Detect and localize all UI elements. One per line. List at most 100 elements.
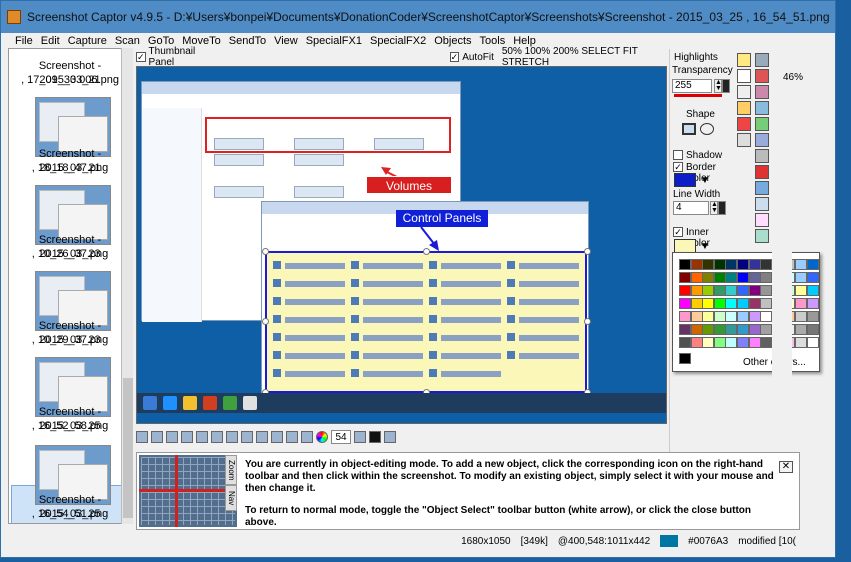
text-icon[interactable] [737, 85, 751, 99]
border-color-checkbox[interactable]: ✓ [673, 162, 683, 172]
autofit-checkbox[interactable]: ✓ [449, 52, 460, 62]
canvas-vertical-scrollbar[interactable] [772, 49, 792, 453]
transparency-slider-button[interactable] [722, 79, 730, 93]
color-swatch[interactable] [690, 311, 703, 322]
thumbnail-label[interactable]: , 16_54_51.png [11, 507, 129, 521]
screenshot-canvas[interactable] [136, 66, 667, 424]
color-swatch[interactable] [690, 285, 703, 296]
tool-icon[interactable] [755, 133, 769, 147]
thumbnail-label[interactable]: , 10_29_37.png [11, 333, 129, 347]
color-swatch[interactable] [795, 324, 807, 335]
tool-icon[interactable] [196, 431, 208, 443]
tool-icon[interactable] [166, 431, 178, 443]
close-info-button[interactable]: ✕ [779, 461, 793, 473]
color-swatch[interactable] [795, 285, 807, 296]
color-swatch[interactable] [795, 298, 807, 309]
tool-icon[interactable] [301, 431, 313, 443]
color-swatch[interactable] [690, 272, 703, 283]
tool-icon[interactable] [136, 431, 148, 443]
tool-icon[interactable] [256, 431, 268, 443]
color-swatch[interactable] [795, 311, 807, 322]
thumbnail-label[interactable]: , 10_26_37.png [11, 247, 129, 261]
menu-scan[interactable]: Scan [115, 35, 140, 47]
transparency-spinner[interactable]: ▲ ▼ [714, 79, 722, 93]
select-arrow-icon[interactable] [737, 69, 751, 83]
menu-sendto[interactable]: SendTo [229, 35, 266, 47]
color-swatch[interactable] [690, 298, 703, 309]
tool-icon[interactable] [181, 431, 193, 443]
menu-specialfx1[interactable]: SpecialFX1 [306, 35, 362, 47]
color-swatch[interactable] [679, 324, 691, 335]
color-swatch[interactable] [806, 311, 819, 322]
color-swatch[interactable] [679, 311, 691, 322]
color-swatch[interactable] [795, 272, 807, 283]
tool-icon[interactable] [755, 229, 769, 243]
color-swatch[interactable] [690, 337, 703, 348]
thumbnail-label[interactable]: , 18_18_47.png [11, 161, 129, 175]
color-swatch[interactable] [679, 285, 691, 296]
color-swatch[interactable] [713, 259, 726, 270]
tool-icon[interactable] [226, 431, 238, 443]
shape-icon[interactable] [755, 85, 769, 99]
tool-icon[interactable] [384, 431, 396, 443]
tool-icon[interactable] [755, 149, 769, 163]
nav-tab[interactable]: Nav [225, 485, 237, 511]
tool-icon[interactable] [211, 431, 223, 443]
tool-icon[interactable] [286, 431, 298, 443]
color-swatch[interactable] [806, 324, 819, 335]
color-swatch[interactable] [713, 272, 726, 283]
line-width-input[interactable]: 4 [673, 201, 709, 215]
thumbnail-panel-checkbox[interactable]: ✓ [136, 52, 146, 62]
color-swatch[interactable] [806, 285, 819, 296]
border-color-swatch[interactable] [674, 173, 696, 187]
shadow-checkbox[interactable] [673, 150, 683, 160]
menu-specialfx2[interactable]: SpecialFX2 [370, 35, 426, 47]
color-swatch[interactable] [713, 311, 726, 322]
color-swatch[interactable] [713, 298, 726, 309]
color-swatch[interactable] [806, 337, 819, 348]
ellipse-shape-icon[interactable] [700, 123, 714, 135]
tool-icon[interactable] [755, 213, 769, 227]
scrollbar-thumb[interactable] [123, 378, 133, 518]
color-swatch[interactable] [679, 337, 691, 348]
color-swatch[interactable] [679, 298, 691, 309]
tool-icon[interactable] [737, 117, 751, 131]
tool-icon[interactable] [755, 117, 769, 131]
menu-capture[interactable]: Capture [68, 35, 107, 47]
color-swatch[interactable] [702, 337, 715, 348]
color-swatch[interactable] [679, 259, 691, 270]
save-icon[interactable] [755, 53, 769, 67]
color-swatch[interactable] [702, 272, 715, 283]
color-swatch[interactable] [702, 311, 715, 322]
color-swatch[interactable] [713, 324, 726, 335]
color-swatch[interactable] [702, 285, 715, 296]
transparency-input[interactable]: 255 [672, 79, 712, 93]
tool-icon[interactable] [354, 431, 366, 443]
line-width-slider-button[interactable] [718, 201, 726, 215]
thumbnail-label[interactable]: , 16_52_58.png [11, 419, 129, 433]
chevron-down-icon[interactable]: ▼ [700, 241, 710, 252]
color-swatch[interactable] [806, 272, 819, 283]
color-swatch[interactable] [713, 285, 726, 296]
tool-icon[interactable] [151, 431, 163, 443]
select-arrow-icon[interactable] [369, 431, 381, 443]
highlight-icon[interactable] [737, 53, 751, 67]
menu-objects[interactable]: Objects [434, 35, 471, 47]
color-swatch[interactable] [806, 298, 819, 309]
thumbnail-label[interactable]: , 17_09_33 006.png [11, 73, 129, 87]
zoom-options[interactable]: 50% 100% 200% SELECT FIT STRETCH [502, 46, 668, 68]
color-swatch[interactable] [679, 272, 691, 283]
tool-icon[interactable] [755, 181, 769, 195]
color-swatch[interactable] [702, 259, 715, 270]
menu-file[interactable]: File [15, 35, 33, 47]
color-wheel-icon[interactable] [316, 431, 328, 443]
zoom-tab[interactable]: Zoom [225, 455, 237, 485]
inner-color-checkbox[interactable]: ✓ [673, 227, 683, 237]
navigator-preview[interactable] [139, 455, 237, 527]
chevron-down-icon[interactable]: ▼ [700, 175, 710, 186]
color-swatch[interactable] [702, 298, 715, 309]
menu-edit[interactable]: Edit [41, 35, 60, 47]
color-swatch[interactable] [702, 324, 715, 335]
color-swatch[interactable] [690, 259, 703, 270]
color-swatch[interactable] [795, 337, 807, 348]
